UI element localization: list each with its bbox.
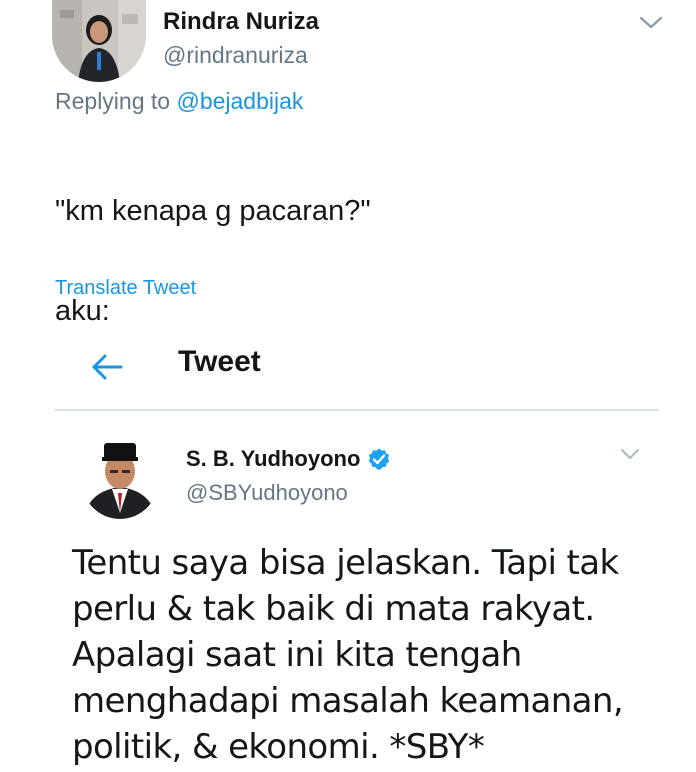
nav-title: Tweet [178, 345, 261, 378]
tweet-text-line: Tentu saya bisa jelaskan. Tapi tak [72, 543, 619, 583]
replying-to-link[interactable]: @bejadbijak [176, 88, 303, 114]
user-handle[interactable]: @rindranuriza [163, 42, 308, 69]
verified-badge-icon [369, 448, 390, 470]
tweet-text-line: menghadapi masalah keamanan, [72, 681, 624, 721]
display-name[interactable]: Rindra Nuriza [163, 8, 319, 36]
chevron-down-icon[interactable] [619, 447, 641, 462]
divider [55, 409, 659, 411]
display-name[interactable]: S. B. Yudhoyono [186, 446, 360, 472]
tweet-text: Tentu saya bisa jelaskan. Tapi tak perlu… [72, 540, 672, 770]
profile-photo [80, 433, 160, 519]
replying-prefix: Replying to [55, 88, 171, 114]
translate-tweet-link[interactable]: Translate Tweet [55, 277, 196, 300]
display-name-row: S. B. Yudhoyono [186, 446, 391, 472]
tweet-text-line: politik, & ekonomi. *SBY* [72, 727, 485, 767]
chevron-down-icon[interactable] [638, 14, 664, 32]
tweet-text-line: "km kenapa g pacaran?" [55, 195, 371, 227]
avatar[interactable] [52, 0, 146, 82]
back-arrow-icon[interactable] [90, 352, 124, 382]
user-handle[interactable]: @SBYudhoyono [186, 480, 348, 506]
tweet-text-line: Apalagi saat ini kita tengah [72, 635, 522, 675]
avatar[interactable] [80, 433, 160, 519]
tweet-text-line: perlu & tak baik di mata rakyat. [72, 589, 595, 629]
replying-to: Replying to @bejadbijak [55, 88, 303, 115]
profile-photo [52, 0, 146, 82]
